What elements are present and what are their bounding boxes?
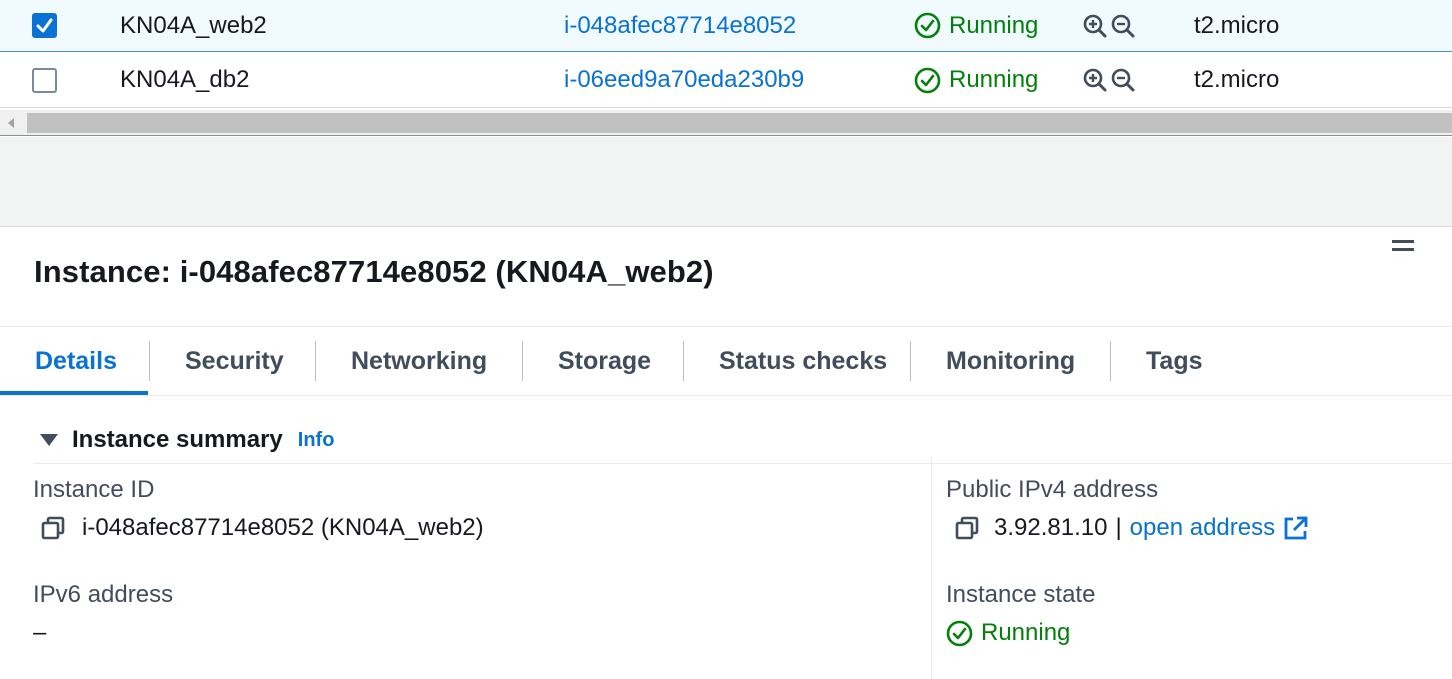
ipv6-label: IPv6 address	[33, 581, 174, 608]
open-address-link[interactable]: open address	[1130, 514, 1275, 542]
instance-id-link[interactable]: i-048afec87714e8052	[564, 12, 796, 40]
active-tab-indicator	[0, 391, 148, 395]
scroll-left-icon[interactable]	[8, 118, 14, 128]
tab-separator	[910, 341, 911, 381]
state-zoom-controls	[1082, 13, 1136, 39]
row-checkbox[interactable]	[32, 67, 57, 93]
tab-status-checks[interactable]: Status checks	[719, 327, 887, 395]
instance-state-label: Running	[949, 11, 1039, 39]
section-title: Instance summary	[72, 426, 283, 453]
instance-id-link[interactable]: i-06eed9a70eda230b9	[564, 66, 804, 94]
tab-separator	[522, 341, 523, 381]
instance-type: t2.micro	[1194, 11, 1280, 39]
instance-state-label: Instance state	[946, 581, 1096, 608]
scrollbar-thumb[interactable]	[27, 113, 1452, 133]
state-zoom-controls	[1082, 67, 1136, 93]
external-link-icon[interactable]	[1283, 515, 1309, 541]
table-row[interactable]: KN04A_web2 i-048afec87714e8052 Running t…	[0, 0, 1452, 52]
instance-summary-header[interactable]: Instance summary Info	[40, 426, 334, 454]
zoom-out-icon[interactable]	[1110, 13, 1136, 39]
instance-name: KN04A_web2	[120, 11, 267, 39]
section-divider	[33, 463, 1452, 464]
instance-state-value: Running	[946, 619, 1070, 647]
row-checkbox[interactable]	[32, 13, 57, 38]
status-running-icon	[946, 620, 973, 646]
public-ipv4-label: Public IPv4 address	[946, 476, 1159, 503]
tab-separator	[149, 341, 150, 381]
instance-id-text: i-048afec87714e8052 (KN04A_web2)	[82, 514, 484, 541]
instance-state: Running	[914, 66, 1038, 94]
tab-security[interactable]: Security	[185, 327, 284, 395]
panel-title: Instance: i-048afec87714e8052 (KN04A_web…	[34, 254, 714, 289]
zoom-out-icon[interactable]	[1110, 67, 1136, 93]
tab-tags[interactable]: Tags	[1146, 327, 1203, 395]
check-icon	[36, 18, 53, 33]
panel-resize-handle-icon[interactable]	[1392, 240, 1414, 252]
tab-separator	[683, 341, 684, 381]
status-running-icon	[914, 12, 941, 39]
copy-icon[interactable]	[954, 515, 980, 541]
value-separator: |	[1115, 514, 1122, 541]
tab-details[interactable]: Details	[35, 327, 117, 395]
column-divider	[931, 457, 932, 679]
public-ipv4-value: 3.92.81.10 | open address	[954, 514, 1309, 542]
tab-monitoring[interactable]: Monitoring	[946, 327, 1075, 395]
instance-id-label: Instance ID	[33, 476, 155, 503]
instance-id-value: i-048afec87714e8052 (KN04A_web2)	[40, 514, 484, 542]
instance-name: KN04A_db2	[120, 66, 250, 93]
copy-icon[interactable]	[40, 515, 66, 541]
status-running-icon	[914, 67, 941, 93]
table-row[interactable]: KN04A_db2 i-06eed9a70eda230b9 Running t2…	[0, 53, 1452, 108]
caret-down-icon[interactable]	[40, 434, 58, 446]
ipv6-value: –	[33, 619, 47, 646]
details-tabs: Details Security Networking Storage Stat…	[0, 326, 1452, 396]
zoom-in-icon[interactable]	[1082, 13, 1108, 39]
instance-state-label: Running	[949, 66, 1039, 93]
tab-separator	[315, 341, 316, 381]
tab-networking[interactable]: Networking	[351, 327, 487, 395]
info-link[interactable]: Info	[298, 429, 335, 452]
zoom-in-icon[interactable]	[1082, 67, 1108, 93]
instance-state: Running	[914, 12, 1038, 40]
instance-type: t2.micro	[1194, 66, 1280, 93]
horizontal-scrollbar[interactable]	[0, 110, 1452, 136]
tab-storage[interactable]: Storage	[558, 327, 651, 395]
split-panel-gap	[0, 137, 1452, 227]
instance-state-text: Running	[981, 619, 1071, 646]
tab-separator	[1110, 341, 1111, 381]
public-ipv4-text: 3.92.81.10	[994, 514, 1108, 541]
